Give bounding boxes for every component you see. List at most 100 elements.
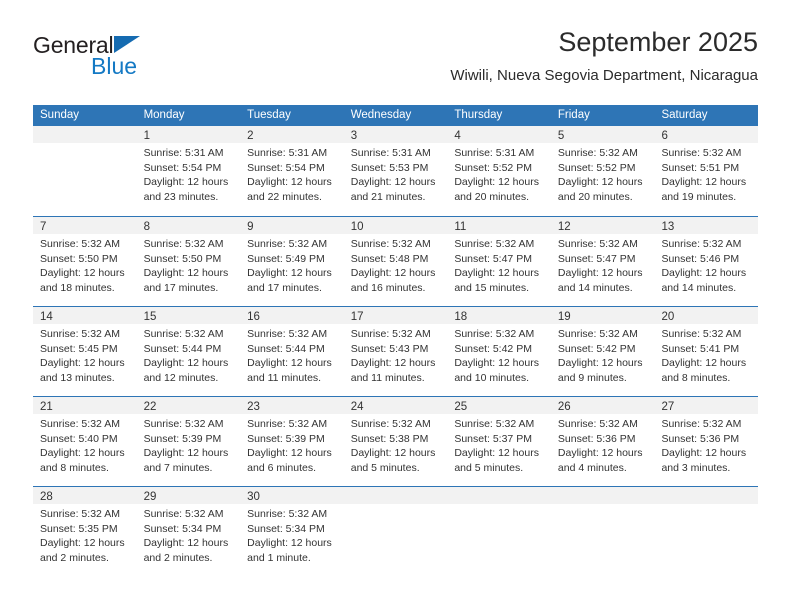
day-number: 22 bbox=[143, 401, 157, 413]
calendar-day-cell[interactable]: 6 Sunrise: 5:32 AM Sunset: 5:51 PM Daylight… bbox=[654, 126, 759, 216]
daylight-text: Daylight: 12 hours and 17 minutes. bbox=[143, 267, 229, 294]
calendar-day-cell[interactable]: 29 Sunrise: 5:32 AM Sunset: 5:34 PM Dayligh… bbox=[136, 487, 241, 576]
sunrise-text: Sunrise: 5:32 AM bbox=[40, 238, 120, 250]
sunrise-text: Sunrise: 5:32 AM bbox=[661, 418, 742, 430]
day-number: 8 bbox=[143, 221, 150, 233]
calendar-day-cell[interactable]: 21 Sunrise: 5:32 AM Sunset: 5:40 PM Dayligh… bbox=[33, 397, 137, 486]
calendar-day-cell[interactable]: 15 Sunrise: 5:32 AM Sunset: 5:44 PM Dayligh… bbox=[136, 307, 241, 396]
day-details: Sunrise: 5:32 AM Sunset: 5:50 PM Daylight:… bbox=[137, 234, 241, 295]
daylight-text: Daylight: 12 hours and 8 minutes. bbox=[661, 357, 747, 384]
day-number-band: 27 bbox=[654, 397, 759, 414]
sunset-text: Sunset: 5:40 PM bbox=[40, 432, 118, 445]
day-number-band: 15 bbox=[136, 307, 241, 324]
general-blue-logo[interactable]: General Blue bbox=[33, 32, 223, 88]
calendar-day-cell[interactable]: 8 Sunrise: 5:32 AM Sunset: 5:50 PM Daylight… bbox=[136, 217, 241, 306]
day-details: Sunrise: 5:32 AM Sunset: 5:34 PM Daylight:… bbox=[137, 504, 241, 565]
sunrise-text: Sunrise: 5:31 AM bbox=[454, 147, 535, 159]
day-details: Sunrise: 5:32 AM Sunset: 5:47 PM Daylight:… bbox=[447, 234, 551, 295]
sunrise-text: Sunrise: 5:31 AM bbox=[143, 147, 224, 159]
calendar-day-cell[interactable]: 5 Sunrise: 5:32 AM Sunset: 5:52 PM Daylight… bbox=[550, 126, 655, 216]
calendar-day-cell[interactable]: 3 Sunrise: 5:31 AM Sunset: 5:53 PM Daylight… bbox=[343, 126, 448, 216]
calendar-day-cell[interactable]: 28 Sunrise: 5:32 AM Sunset: 5:35 PM Dayligh… bbox=[33, 487, 137, 576]
calendar-day-cell[interactable]: 17 Sunrise: 5:32 AM Sunset: 5:43 PM Dayligh… bbox=[343, 307, 448, 396]
sunrise-text: Sunrise: 5:32 AM bbox=[143, 238, 224, 250]
daylight-text: Daylight: 12 hours and 6 minutes. bbox=[247, 447, 332, 474]
day-number: 10 bbox=[350, 221, 364, 233]
calendar-day-cell[interactable]: 27 Sunrise: 5:32 AM Sunset: 5:36 PM Dayligh… bbox=[654, 397, 759, 486]
calendar-day-cell[interactable]: 4 Sunrise: 5:31 AM Sunset: 5:52 PM Daylight… bbox=[447, 126, 551, 216]
calendar-day-cell[interactable]: 12 Sunrise: 5:32 AM Sunset: 5:47 PM Dayligh… bbox=[550, 217, 655, 306]
calendar-day-cell[interactable]: 9 Sunrise: 5:32 AM Sunset: 5:49 PM Daylight… bbox=[240, 217, 344, 306]
day-details: Sunrise: 5:32 AM Sunset: 5:47 PM Daylight:… bbox=[551, 234, 655, 295]
sunset-text: Sunset: 5:36 PM bbox=[661, 432, 740, 445]
day-number-band: 16 bbox=[240, 307, 344, 324]
calendar-day-cell-empty bbox=[33, 126, 137, 216]
sunset-text: Sunset: 5:46 PM bbox=[661, 252, 740, 265]
calendar-day-cell[interactable]: 10 Sunrise: 5:32 AM Sunset: 5:48 PM Dayligh… bbox=[343, 217, 448, 306]
sunrise-text: Sunrise: 5:32 AM bbox=[661, 238, 742, 250]
sunrise-text: Sunrise: 5:32 AM bbox=[557, 147, 638, 159]
calendar-day-cell-empty bbox=[447, 487, 551, 576]
sunrise-text: Sunrise: 5:32 AM bbox=[40, 418, 120, 430]
sunrise-text: Sunrise: 5:32 AM bbox=[143, 328, 224, 340]
sunset-text: Sunset: 5:42 PM bbox=[454, 342, 532, 355]
sunset-text: Sunset: 5:53 PM bbox=[350, 161, 429, 174]
day-number-band: 5 bbox=[550, 126, 655, 143]
weekday-header-row: Sunday Monday Tuesday Wednesday Thursday… bbox=[33, 105, 758, 126]
daylight-text: Daylight: 12 hours and 23 minutes. bbox=[143, 176, 229, 203]
page-subtitle: Wiwili, Nueva Segovia Department, Nicara… bbox=[450, 67, 758, 84]
calendar-day-cell[interactable]: 13 Sunrise: 5:32 AM Sunset: 5:46 PM Dayligh… bbox=[654, 217, 759, 306]
day-number: 18 bbox=[454, 311, 468, 323]
calendar-day-cell[interactable]: 30 Sunrise: 5:32 AM Sunset: 5:34 PM Dayligh… bbox=[240, 487, 344, 576]
weekday-header-monday: Monday bbox=[143, 109, 185, 121]
day-number-band: 26 bbox=[550, 397, 655, 414]
daylight-text: Daylight: 12 hours and 5 minutes. bbox=[350, 447, 436, 474]
day-details: Sunrise: 5:32 AM Sunset: 5:49 PM Daylight:… bbox=[240, 234, 344, 295]
calendar-day-cell[interactable]: 19 Sunrise: 5:32 AM Sunset: 5:42 PM Dayligh… bbox=[550, 307, 655, 396]
calendar-day-cell[interactable]: 24 Sunrise: 5:32 AM Sunset: 5:38 PM Dayligh… bbox=[343, 397, 448, 486]
calendar-day-cell[interactable]: 1 Sunrise: 5:31 AM Sunset: 5:54 PM Daylight… bbox=[136, 126, 241, 216]
day-details: Sunrise: 5:32 AM Sunset: 5:42 PM Daylight:… bbox=[551, 324, 655, 385]
day-number: 26 bbox=[557, 401, 571, 413]
day-number: 12 bbox=[557, 221, 571, 233]
calendar-day-cell[interactable]: 18 Sunrise: 5:32 AM Sunset: 5:42 PM Dayligh… bbox=[447, 307, 551, 396]
day-number-band bbox=[343, 487, 448, 504]
day-number-band bbox=[447, 487, 551, 504]
daylight-text: Daylight: 12 hours and 8 minutes. bbox=[40, 447, 125, 474]
calendar-day-cell[interactable]: 22 Sunrise: 5:32 AM Sunset: 5:39 PM Dayligh… bbox=[136, 397, 241, 486]
day-details: Sunrise: 5:32 AM Sunset: 5:41 PM Daylight:… bbox=[654, 324, 758, 385]
sunset-text: Sunset: 5:51 PM bbox=[661, 161, 740, 174]
daylight-text: Daylight: 12 hours and 2 minutes. bbox=[143, 537, 229, 564]
calendar-day-cell[interactable]: 26 Sunrise: 5:32 AM Sunset: 5:36 PM Dayligh… bbox=[550, 397, 655, 486]
daylight-text: Daylight: 12 hours and 9 minutes. bbox=[557, 357, 643, 384]
day-number: 2 bbox=[247, 130, 254, 142]
day-number-band: 14 bbox=[33, 307, 137, 324]
calendar-day-cell[interactable]: 2 Sunrise: 5:31 AM Sunset: 5:54 PM Daylight… bbox=[240, 126, 344, 216]
sunset-text: Sunset: 5:54 PM bbox=[247, 161, 325, 174]
weekday-header-friday: Friday bbox=[557, 109, 590, 121]
calendar-day-cell[interactable]: 20 Sunrise: 5:32 AM Sunset: 5:41 PM Dayligh… bbox=[654, 307, 759, 396]
calendar-day-cell[interactable]: 25 Sunrise: 5:32 AM Sunset: 5:37 PM Dayligh… bbox=[447, 397, 551, 486]
calendar-day-cell[interactable]: 7 Sunrise: 5:32 AM Sunset: 5:50 PM Daylight… bbox=[33, 217, 137, 306]
calendar-day-cell[interactable]: 16 Sunrise: 5:32 AM Sunset: 5:44 PM Dayligh… bbox=[240, 307, 344, 396]
sunset-text: Sunset: 5:36 PM bbox=[557, 432, 636, 445]
calendar-day-cell[interactable]: 14 Sunrise: 5:32 AM Sunset: 5:45 PM Dayligh… bbox=[33, 307, 137, 396]
day-details: Sunrise: 5:32 AM Sunset: 5:51 PM Daylight:… bbox=[654, 143, 758, 204]
sunset-text: Sunset: 5:47 PM bbox=[454, 252, 532, 265]
sunset-text: Sunset: 5:54 PM bbox=[143, 161, 222, 174]
page-title: September 2025 bbox=[558, 27, 758, 57]
day-number: 11 bbox=[454, 221, 467, 233]
day-number-band: 22 bbox=[136, 397, 241, 414]
day-number-band bbox=[654, 487, 759, 504]
day-number-band: 1 bbox=[136, 126, 241, 143]
day-details: Sunrise: 5:32 AM Sunset: 5:37 PM Daylight:… bbox=[447, 414, 551, 475]
day-details: Sunrise: 5:32 AM Sunset: 5:52 PM Daylight:… bbox=[551, 143, 655, 204]
day-details: Sunrise: 5:32 AM Sunset: 5:44 PM Daylight:… bbox=[240, 324, 344, 385]
day-details: Sunrise: 5:32 AM Sunset: 5:36 PM Daylight:… bbox=[654, 414, 758, 475]
day-details: Sunrise: 5:32 AM Sunset: 5:36 PM Daylight:… bbox=[551, 414, 655, 475]
sunrise-text: Sunrise: 5:32 AM bbox=[350, 418, 431, 430]
calendar-day-cell[interactable]: 11 Sunrise: 5:32 AM Sunset: 5:47 PM Dayligh… bbox=[447, 217, 551, 306]
calendar-day-cell[interactable]: 23 Sunrise: 5:32 AM Sunset: 5:39 PM Dayligh… bbox=[240, 397, 344, 486]
day-number: 13 bbox=[661, 221, 675, 233]
daylight-text: Daylight: 12 hours and 19 minutes. bbox=[661, 176, 747, 203]
